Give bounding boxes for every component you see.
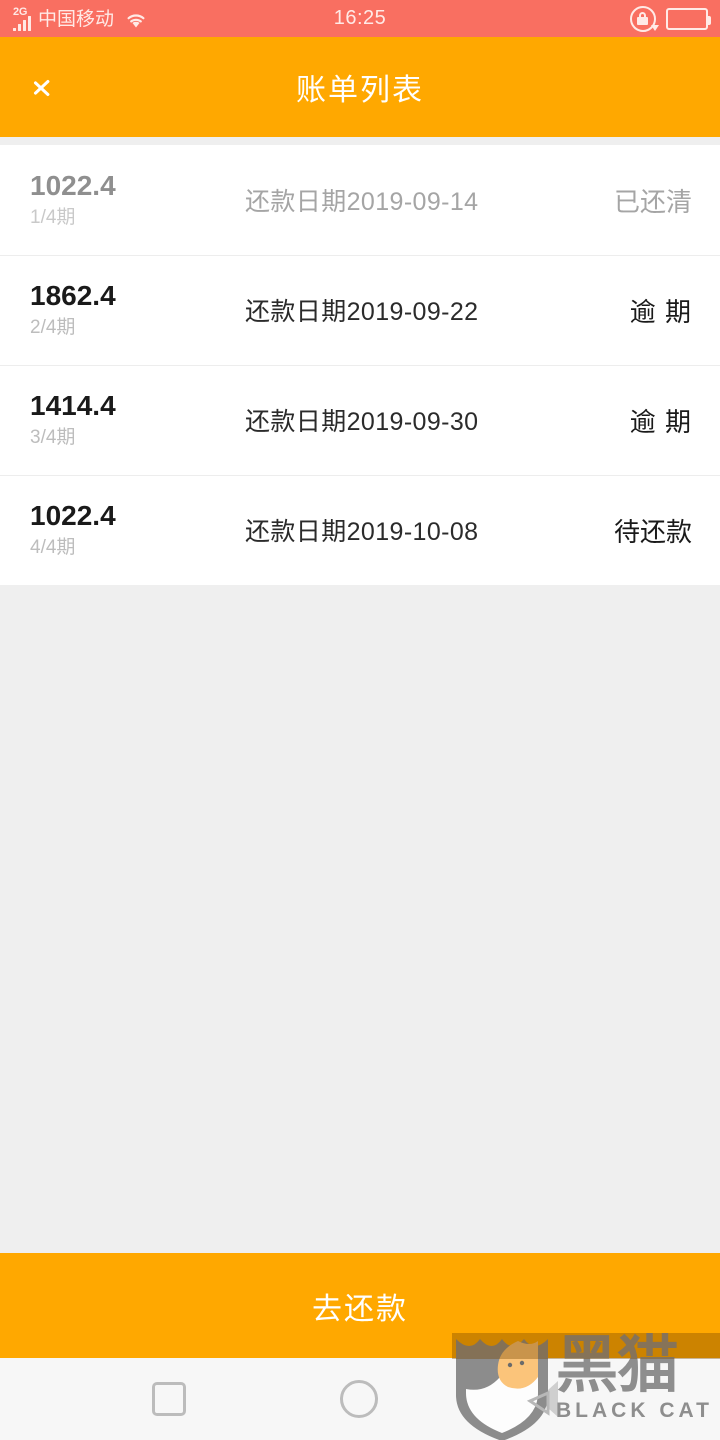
status-bar: 2G 中国移动 16:25	[0, 0, 720, 37]
status-column: 待还款	[540, 512, 720, 549]
battery-icon	[666, 7, 711, 30]
row-period: 2/4期	[30, 317, 76, 338]
row-amount: 1022.4	[30, 170, 116, 201]
status-column: 已还清	[540, 182, 720, 219]
page-title: 账单列表	[296, 74, 424, 107]
back-button[interactable]	[22, 57, 82, 117]
row-date: 还款日期2019-10-08	[245, 518, 479, 546]
status-column: 逾 期	[540, 402, 720, 439]
amount-column: 1862.4 2/4期	[0, 279, 215, 341]
date-column: 还款日期2019-09-22	[215, 292, 540, 328]
amount-column: 1022.4 4/4期	[0, 499, 215, 561]
status-badge: 逾 期	[629, 406, 692, 437]
go-to-repay-button[interactable]: 去还款	[0, 1253, 720, 1358]
status-badge: 待还款	[613, 516, 692, 547]
header-list-gap	[0, 137, 720, 145]
square-recents-icon[interactable]	[152, 1382, 186, 1416]
status-bar-right	[630, 5, 711, 32]
date-column: 还款日期2019-09-30	[215, 402, 540, 438]
amount-column: 1022.4 1/4期	[0, 169, 215, 231]
circle-home-icon[interactable]	[340, 1380, 378, 1418]
date-column: 还款日期2019-10-08	[215, 512, 540, 548]
status-column: 逾 期	[540, 292, 720, 329]
android-nav-bar	[0, 1358, 720, 1440]
empty-area	[0, 585, 720, 1253]
go-to-repay-label: 去还款	[312, 1292, 408, 1326]
row-period: 3/4期	[30, 427, 76, 448]
table-row[interactable]: 1022.4 1/4期 还款日期2019-09-14 已还清	[0, 145, 720, 255]
phone-screen: 2G 中国移动 16:25 账单列表 1022.4 1/4期 还款日期2019-…	[0, 0, 720, 1440]
row-date: 还款日期2019-09-14	[245, 188, 479, 216]
date-column: 还款日期2019-09-14	[215, 182, 540, 218]
status-badge: 已还清	[613, 186, 692, 217]
rotation-lock-icon	[630, 5, 659, 32]
row-amount: 1414.4	[30, 390, 116, 421]
table-row[interactable]: 1414.4 3/4期 还款日期2019-09-30 逾 期	[0, 365, 720, 475]
table-row[interactable]: 1022.4 4/4期 还款日期2019-10-08 待还款	[0, 475, 720, 585]
row-date: 还款日期2019-09-22	[245, 298, 479, 326]
triangle-back-icon[interactable]	[538, 1381, 558, 1417]
row-period: 4/4期	[30, 537, 76, 558]
clock-label: 16:25	[333, 7, 387, 29]
status-badge: 逾 期	[629, 296, 692, 327]
row-period: 1/4期	[30, 207, 76, 228]
table-row[interactable]: 1862.4 2/4期 还款日期2019-09-22 逾 期	[0, 255, 720, 365]
row-amount: 1022.4	[30, 500, 116, 531]
row-date: 还款日期2019-09-30	[245, 408, 479, 436]
chevron-left-icon	[43, 72, 61, 102]
bill-list: 1022.4 1/4期 还款日期2019-09-14 已还清 1862.4 2/…	[0, 145, 720, 585]
amount-column: 1414.4 3/4期	[0, 389, 215, 451]
app-header: 账单列表	[0, 37, 720, 137]
row-amount: 1862.4	[30, 280, 116, 311]
